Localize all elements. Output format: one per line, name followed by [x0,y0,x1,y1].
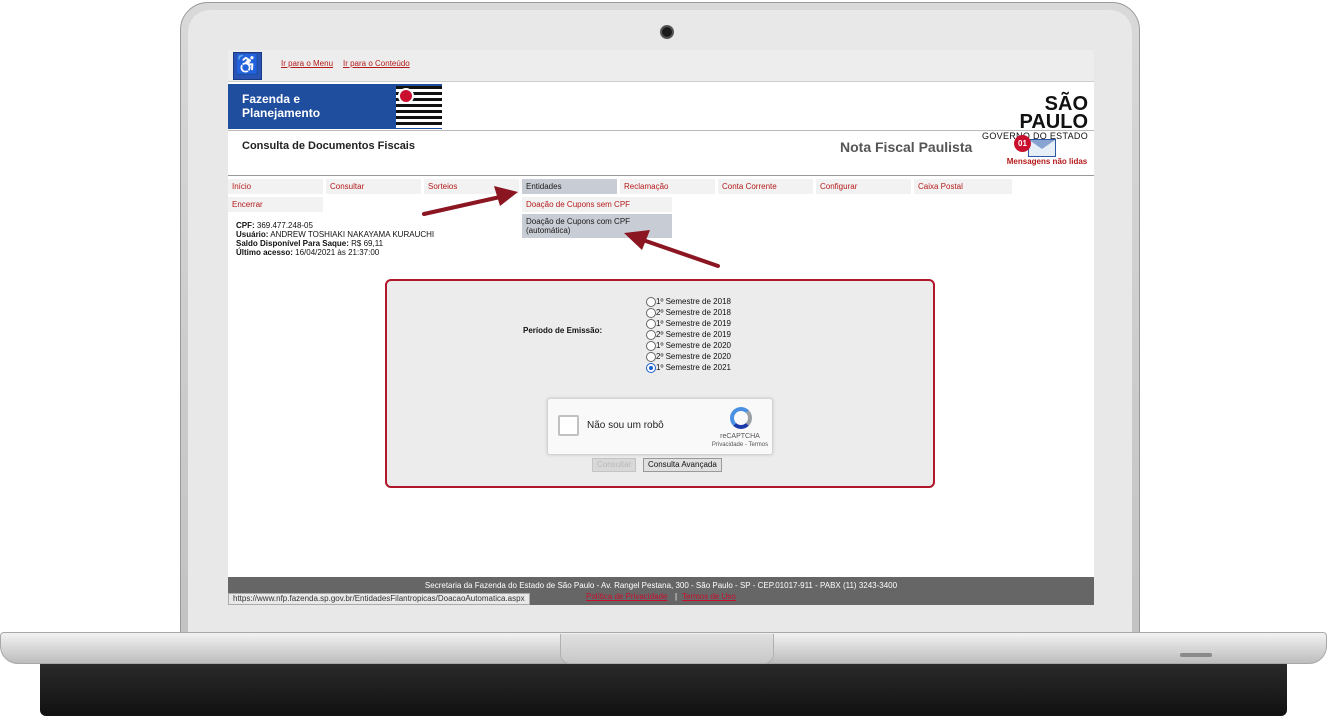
radio-option-selected: 1º Semestre de 2021 [646,362,731,373]
radio-button[interactable] [646,318,656,329]
recaptcha-links[interactable]: Privacidade - Termos [698,442,782,448]
periodo-emissao-label: Período de Emissão: [523,326,603,335]
menu-item-conta-corrente[interactable]: Conta Corrente [718,179,813,194]
ultimo-acesso-label: Último acesso: [236,248,293,257]
page-footer: Secretaria da Fazenda do Estado de São P… [228,577,1094,605]
submenu-doacao-sem-cpf[interactable]: Doação de Cupons sem CPF [522,197,672,212]
recaptcha-brand: reCAPTCHA [720,433,760,440]
recaptcha-widget: Não sou um robô reCAPTCHA Privacidade - … [547,398,773,455]
menu-item-consultar[interactable]: Consultar [326,179,421,194]
title-bar: Consulta de Documentos Fiscais Nota Fisc… [228,132,1094,176]
radio-label: 1º Semestre de 2019 [656,319,731,328]
menu-item-entidades[interactable]: Entidades [522,179,617,194]
recaptcha-checkbox[interactable] [558,415,579,436]
menu-item-sorteios[interactable]: Sorteios [424,179,519,194]
brand-header: Fazenda e Planejamento SÃO PAULO GOVERNO… [228,83,1094,141]
saldo-label: Saldo Disponível Para Saque: [236,239,349,248]
recaptcha-label: Não sou um robô [587,420,664,431]
submenu-doacao-com-cpf[interactable]: Doação de Cupons com CPF (automática) [522,214,672,238]
periodo-radio-group: 1º Semestre de 2018 2º Semestre de 2018 … [646,296,731,373]
envelope-icon [1028,139,1056,157]
laptop-mockup: ♿ Ir para o Menu Ir para o Conteúdo Faze… [0,0,1327,716]
webcam-icon [660,25,674,39]
browser-screen: ♿ Ir para o Menu Ir para o Conteúdo Faze… [228,50,1094,605]
privacy-policy-link[interactable]: Política de Privacidade [586,592,667,601]
radio-option: 2º Semestre de 2020 [646,351,731,362]
footer-separator: | [675,592,678,601]
radio-label: 2º Semestre de 2018 [656,308,731,317]
radio-label: 2º Semestre de 2020 [656,352,731,361]
wheelchair-icon[interactable]: ♿ [233,52,262,80]
radio-option: 2º Semestre de 2018 [646,307,731,318]
laptop-base-notch [560,634,774,664]
sp-logo-title: SÃO PAULO [1019,93,1088,133]
status-bar-url: https://www.nfp.fazenda.sp.gov.br/Entida… [228,593,530,605]
menu-item-reclamacao[interactable]: Reclamação [620,179,715,194]
footer-address: Secretaria da Fazenda do Estado de São P… [424,581,898,590]
messages-envelope-icon[interactable]: 01 [1014,135,1058,157]
ultimo-acesso-value: 16/04/2021 às 21:37:00 [295,248,380,257]
page-title: Consulta de Documentos Fiscais [242,140,415,152]
radio-button-selected[interactable] [646,362,656,373]
radio-label: 1º Semestre de 2021 [656,363,731,372]
unread-messages-link[interactable]: Mensagens não lidas [1003,157,1091,166]
menu-item-encerrar[interactable]: Encerrar [228,197,323,212]
radio-button[interactable] [646,307,656,318]
radio-label: 2º Semestre de 2019 [656,330,731,339]
radio-option: 1º Semestre de 2019 [646,318,731,329]
user-info-panel: CPF: 369.477.248-05 Usuário: ANDREW TOSH… [236,221,434,257]
consulta-avancada-button[interactable]: Consulta Avançada [643,458,722,472]
saldo-value: R$ 69,11 [351,239,384,248]
sp-flag-badge-icon [398,88,414,104]
consultar-button[interactable]: Consultar [592,458,637,472]
usuario-label: Usuário: [236,230,269,239]
radio-option: 2º Semestre de 2019 [646,329,731,340]
radio-label: 1º Semestre de 2018 [656,297,731,306]
cpf-value: 369.477.248-05 [256,221,313,230]
fazenda-logo: Fazenda e Planejamento [228,84,442,129]
menu-item-caixa-postal[interactable]: Caixa Postal [914,179,1012,194]
radio-button[interactable] [646,296,656,307]
radio-option: 1º Semestre de 2020 [646,340,731,351]
laptop-led [1180,653,1212,657]
cpf-label: CPF: [236,221,255,230]
menu-item-inicio[interactable]: Início [228,179,323,194]
radio-option: 1º Semestre de 2018 [646,296,731,307]
recaptcha-logo-icon [730,407,752,429]
messages-count-badge: 01 [1014,135,1031,152]
sp-flag-icon [396,86,442,128]
usuario-value: ANDREW TOSHIAKI NAKAYAMA KURAUCHI [270,230,435,239]
menu-item-configurar[interactable]: Configurar [816,179,911,194]
radio-button[interactable] [646,351,656,362]
radio-button[interactable] [646,340,656,351]
skip-to-menu-link[interactable]: Ir para o Menu [281,59,333,68]
consulta-form: Período de Emissão: 1º Semestre de 2018 … [385,279,935,488]
skip-to-content-link[interactable]: Ir para o Conteúdo [343,59,410,68]
accessibility-bar: ♿ Ir para o Menu Ir para o Conteúdo [228,50,1094,82]
app-title: Nota Fiscal Paulista [840,139,973,155]
terms-of-use-link[interactable]: Termos de Uso [682,592,736,601]
radio-button[interactable] [646,329,656,340]
radio-label: 1º Semestre de 2020 [656,341,731,350]
laptop-shadow [40,664,1287,716]
fazenda-logo-text: Fazenda e Planejamento [242,92,321,120]
